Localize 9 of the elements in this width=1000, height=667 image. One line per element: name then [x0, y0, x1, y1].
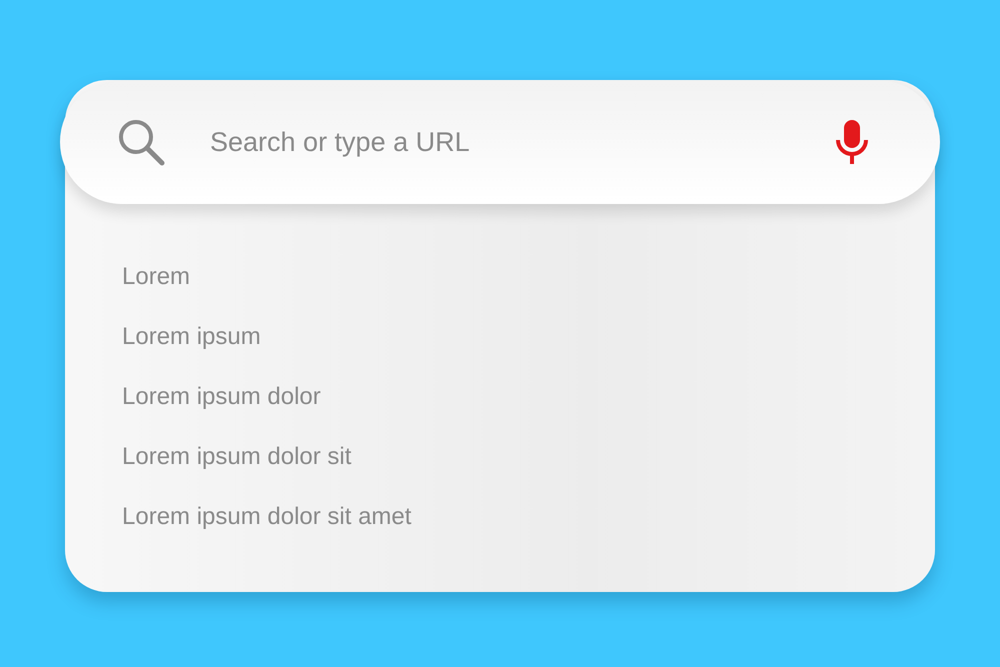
suggestion-item[interactable]: Lorem ipsum dolor sit amet: [122, 502, 935, 562]
search-field[interactable]: Search or type a URL: [208, 126, 834, 158]
suggestion-item[interactable]: Lorem: [122, 262, 935, 322]
search-bar[interactable]: Search or type a URL: [60, 80, 940, 204]
search-icon: [116, 117, 166, 167]
suggestion-item[interactable]: Lorem ipsum dolor: [122, 382, 935, 442]
microphone-icon[interactable]: [834, 118, 870, 166]
suggestion-item[interactable]: Lorem ipsum dolor sit: [122, 442, 935, 502]
suggestion-item[interactable]: Lorem ipsum: [122, 322, 935, 382]
